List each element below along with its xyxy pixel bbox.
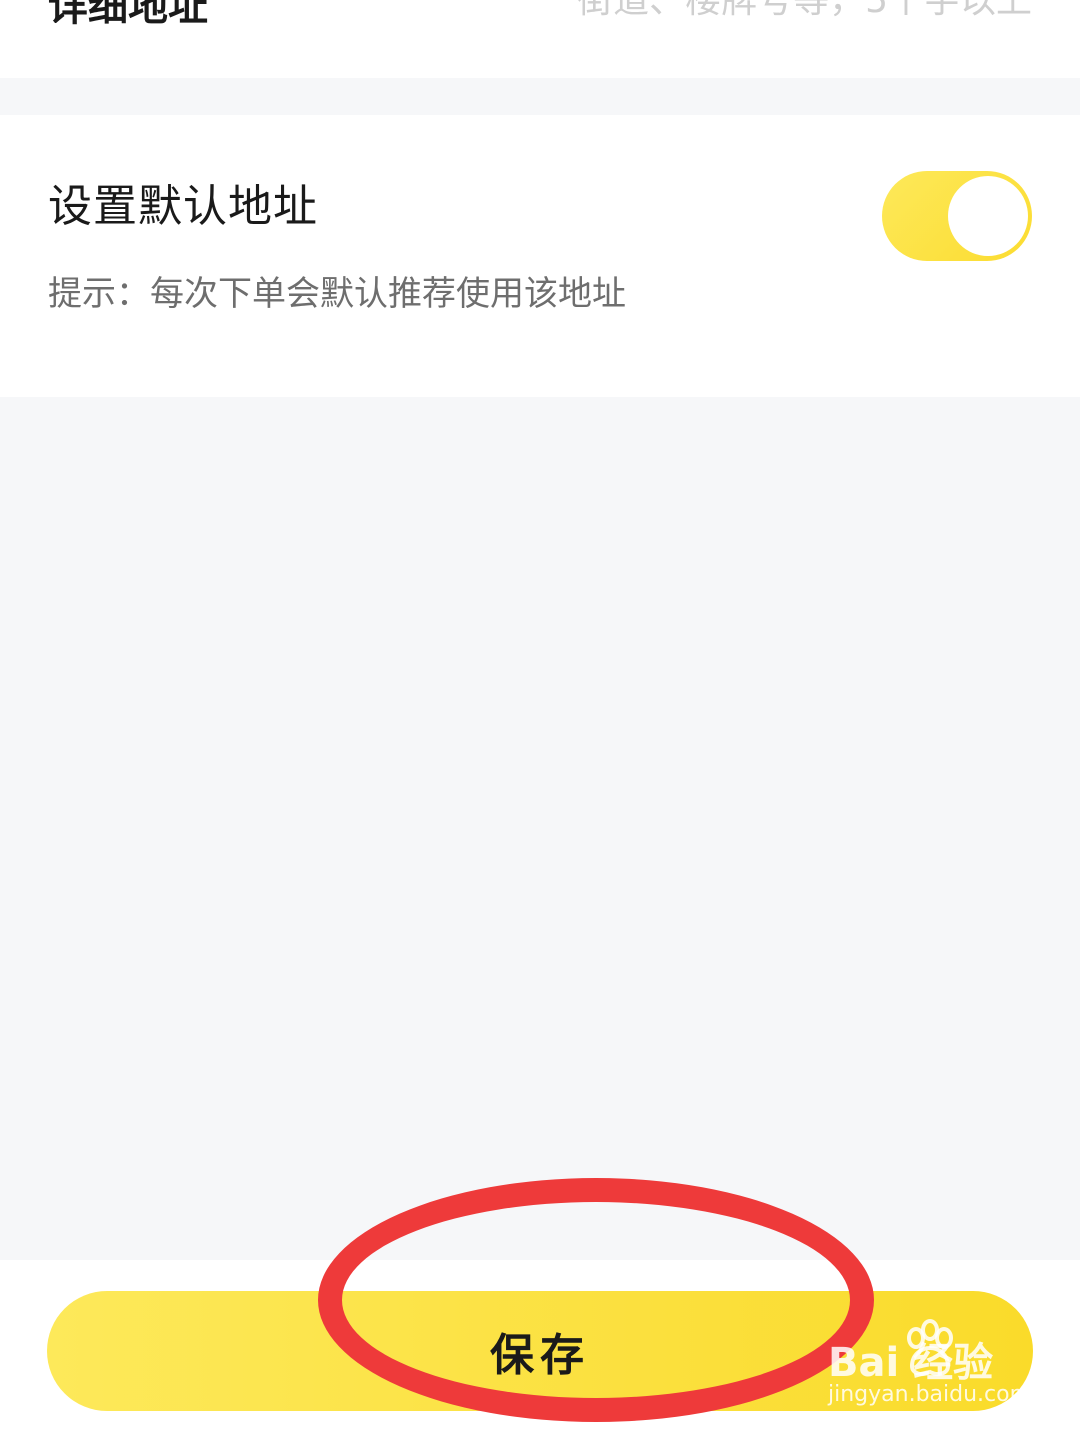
- save-button[interactable]: 保存: [47, 1291, 1033, 1411]
- default-address-title: 设置默认地址: [48, 181, 318, 232]
- default-address-hint: 提示：每次下单会默认推荐使用该地址: [48, 274, 626, 314]
- toggle-knob: [948, 176, 1028, 256]
- detail-address-row: 详细地址: [0, 0, 1080, 78]
- detail-address-input[interactable]: [472, 0, 1032, 26]
- save-button-label: 保存: [490, 1331, 590, 1380]
- default-address-toggle[interactable]: [882, 171, 1032, 261]
- detail-address-label: 详细地址: [48, 0, 208, 30]
